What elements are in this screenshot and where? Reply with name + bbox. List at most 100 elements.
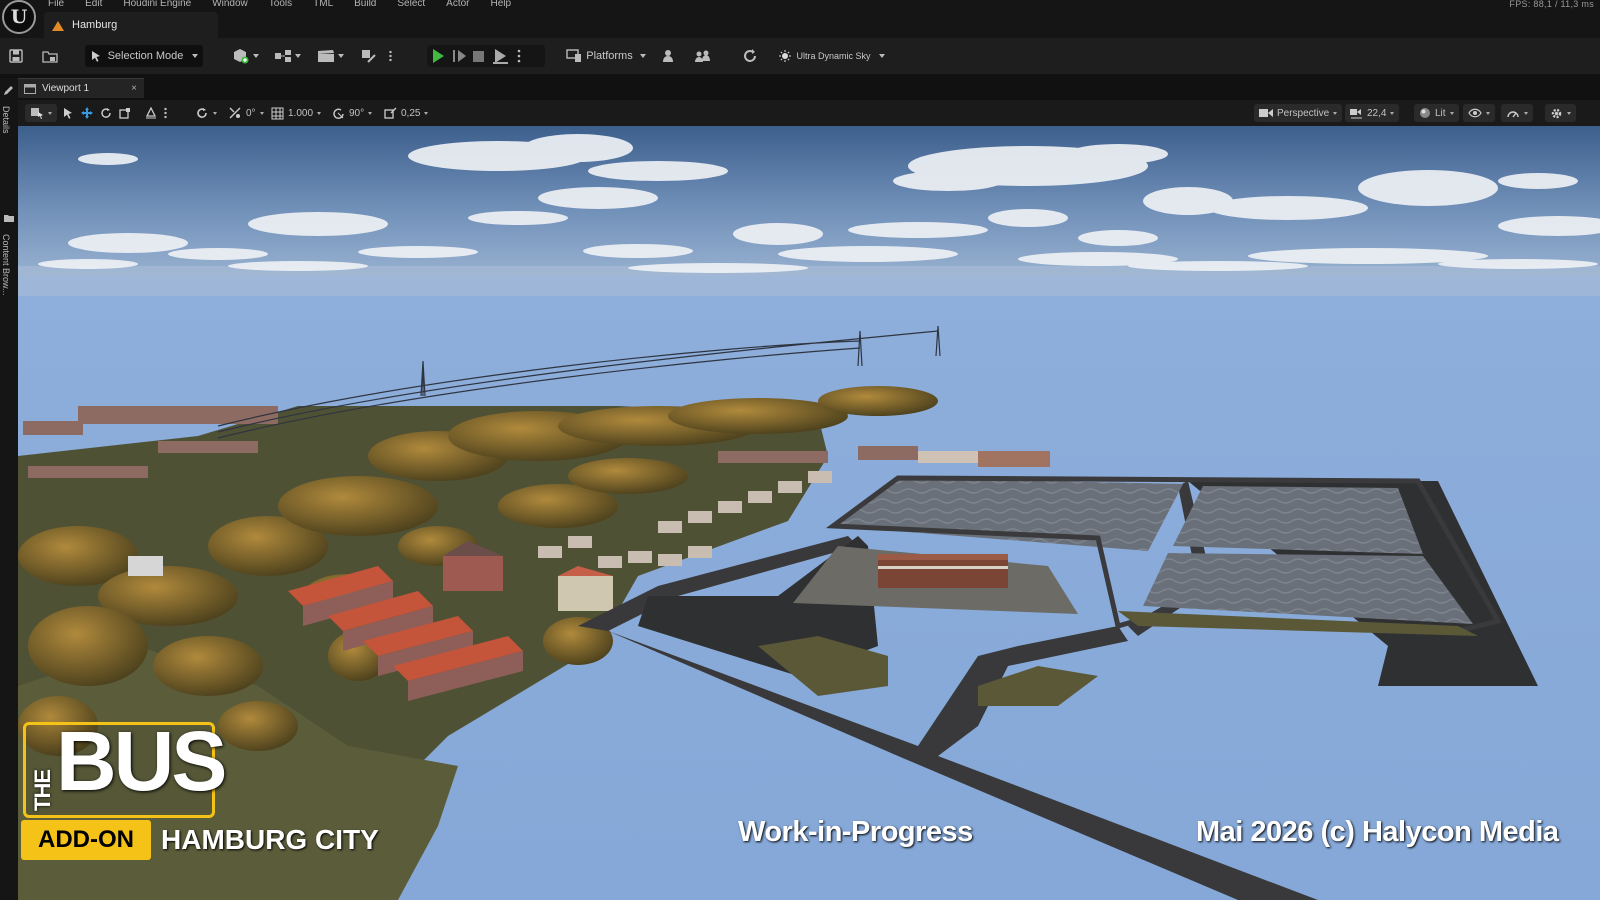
project-tab-label: Hamburg bbox=[72, 19, 118, 31]
world-icon bbox=[197, 108, 207, 118]
rotate-tool[interactable] bbox=[100, 104, 112, 122]
camera-icon bbox=[1259, 109, 1273, 117]
menu-bar: U File Edit Houdini Engine Window Tools … bbox=[0, 0, 1600, 38]
cursor-icon bbox=[64, 108, 72, 119]
stop-icon[interactable] bbox=[473, 51, 484, 62]
play-icon[interactable] bbox=[433, 49, 444, 63]
clapperboard-icon bbox=[317, 50, 334, 62]
launch-icon[interactable] bbox=[493, 49, 508, 64]
multi-user-icon[interactable] bbox=[693, 45, 713, 67]
chevron-down-icon bbox=[1524, 111, 1528, 115]
angle-snap-dropdown[interactable]: 90° bbox=[332, 104, 373, 122]
menu-item-select[interactable]: Select bbox=[397, 0, 425, 10]
platforms-dropdown[interactable]: Platforms bbox=[565, 45, 647, 67]
user-icon[interactable] bbox=[660, 45, 676, 67]
pencil-icon[interactable] bbox=[3, 84, 15, 96]
transform-mode-dropdown[interactable] bbox=[25, 104, 57, 122]
chevron-down-icon bbox=[213, 111, 217, 115]
unreal-logo-icon[interactable]: U bbox=[2, 0, 36, 34]
level-icon bbox=[52, 19, 64, 31]
chevron-down-icon bbox=[1567, 111, 1571, 115]
performance-dropdown[interactable] bbox=[1501, 104, 1533, 122]
camera-speed-icon bbox=[1350, 109, 1362, 119]
details-panel-tab[interactable]: Details bbox=[1, 106, 11, 134]
menu-item-edit[interactable]: Edit bbox=[85, 0, 102, 10]
view-mode-label: Lit bbox=[1435, 107, 1446, 119]
warehouse bbox=[878, 554, 1008, 588]
menu-item-actor[interactable]: Actor bbox=[446, 0, 469, 10]
refresh-icon[interactable] bbox=[740, 45, 760, 67]
viewport-tab[interactable]: Viewport 1 × bbox=[18, 78, 144, 98]
move-icon bbox=[81, 107, 93, 119]
menu-item-build[interactable]: Build bbox=[354, 0, 376, 10]
content-browser-icon[interactable] bbox=[40, 45, 60, 67]
perspective-dropdown[interactable]: Perspective bbox=[1254, 104, 1343, 122]
menu-item-tools[interactable]: Tools bbox=[269, 0, 292, 10]
surface-snap-icon bbox=[145, 107, 157, 119]
play-options-icon[interactable] bbox=[517, 49, 521, 63]
menu-item-tml[interactable]: TML bbox=[313, 0, 333, 10]
folder-icon[interactable] bbox=[3, 212, 15, 224]
chevron-down-icon bbox=[368, 111, 373, 115]
chevron-down-icon bbox=[48, 111, 52, 115]
content-browser-tab[interactable]: Content Brow... bbox=[1, 234, 11, 296]
fps-readout: FPS: 88,1 / 11,3 ms bbox=[1509, 0, 1594, 9]
chevron-down-icon bbox=[1333, 111, 1338, 115]
show-flags-dropdown[interactable] bbox=[1463, 104, 1495, 122]
menu-item-houdini-engine[interactable]: Houdini Engine bbox=[123, 0, 191, 10]
chevron-down-icon bbox=[424, 111, 429, 115]
grid-snap-dropdown[interactable]: 1.000 bbox=[271, 104, 322, 122]
menu-item-file[interactable]: File bbox=[48, 0, 64, 10]
side-rail: Details Content Brow... bbox=[0, 78, 18, 900]
add-actor-icon bbox=[233, 49, 248, 64]
scale-tool[interactable] bbox=[119, 104, 131, 122]
select-tool[interactable] bbox=[62, 104, 74, 122]
gear-icon bbox=[1551, 108, 1562, 118]
modes-button[interactable] bbox=[359, 45, 379, 67]
sky-dropdown[interactable]: Ultra Dynamic Sky bbox=[776, 45, 888, 67]
chevron-down-icon bbox=[259, 111, 264, 115]
perspective-label: Perspective bbox=[1277, 107, 1330, 119]
platforms-label: Platforms bbox=[586, 50, 633, 62]
viewport-icon bbox=[24, 83, 36, 94]
logo-bus-text: BUS bbox=[56, 714, 227, 808]
select-transform-icon bbox=[31, 108, 43, 119]
camera-speed-value: 22,4 bbox=[1367, 107, 1387, 119]
toolbar-more-icon[interactable] bbox=[386, 45, 394, 67]
chevron-down-icon bbox=[192, 54, 199, 58]
play-controls bbox=[427, 45, 545, 67]
viewport-settings-dropdown[interactable] bbox=[1545, 104, 1576, 122]
cinematics-button[interactable] bbox=[315, 45, 345, 67]
blueprint-button[interactable] bbox=[272, 45, 302, 67]
project-tab[interactable]: Hamburg bbox=[44, 12, 218, 38]
scene-render bbox=[18, 126, 1600, 900]
chevron-down-icon bbox=[639, 54, 646, 58]
chevron-down-icon bbox=[317, 111, 322, 115]
rotate-snap-value: 0° bbox=[246, 107, 256, 119]
menu-item-help[interactable]: Help bbox=[491, 0, 512, 10]
scale-snap-icon bbox=[384, 107, 397, 119]
surface-snap-tool[interactable] bbox=[145, 104, 157, 122]
transform-more-icon[interactable] bbox=[164, 104, 167, 122]
blueprint-icon bbox=[274, 50, 291, 62]
chevron-down-icon bbox=[1449, 111, 1454, 115]
main-menu: File Edit Houdini Engine Window Tools TM… bbox=[48, 0, 532, 10]
main-toolbar: Selection Mode Platforms Ultra Dynamic S… bbox=[0, 38, 1600, 74]
advance-frame-icon[interactable] bbox=[453, 50, 466, 62]
selection-mode-dropdown[interactable]: Selection Mode bbox=[85, 45, 203, 67]
view-mode-dropdown[interactable]: Lit bbox=[1414, 104, 1459, 122]
gauge-icon bbox=[1507, 111, 1519, 118]
close-icon[interactable]: × bbox=[131, 83, 137, 94]
angle-snap-value: 90° bbox=[349, 107, 365, 119]
move-tool[interactable] bbox=[81, 104, 93, 122]
camera-speed-dropdown[interactable]: 22,4 bbox=[1345, 104, 1400, 122]
add-actor-button[interactable] bbox=[230, 45, 260, 67]
grid-snap-value: 1.000 bbox=[288, 107, 314, 119]
save-icon[interactable] bbox=[7, 45, 25, 67]
menu-item-window[interactable]: Window bbox=[212, 0, 248, 10]
scale-snap-dropdown[interactable]: 0,25 bbox=[384, 104, 429, 122]
coordinate-system-dropdown[interactable] bbox=[195, 104, 217, 122]
level-viewport[interactable] bbox=[18, 126, 1600, 900]
sky-label: Ultra Dynamic Sky bbox=[796, 51, 871, 61]
rotate-snap-toggle[interactable]: 0° bbox=[228, 104, 264, 122]
